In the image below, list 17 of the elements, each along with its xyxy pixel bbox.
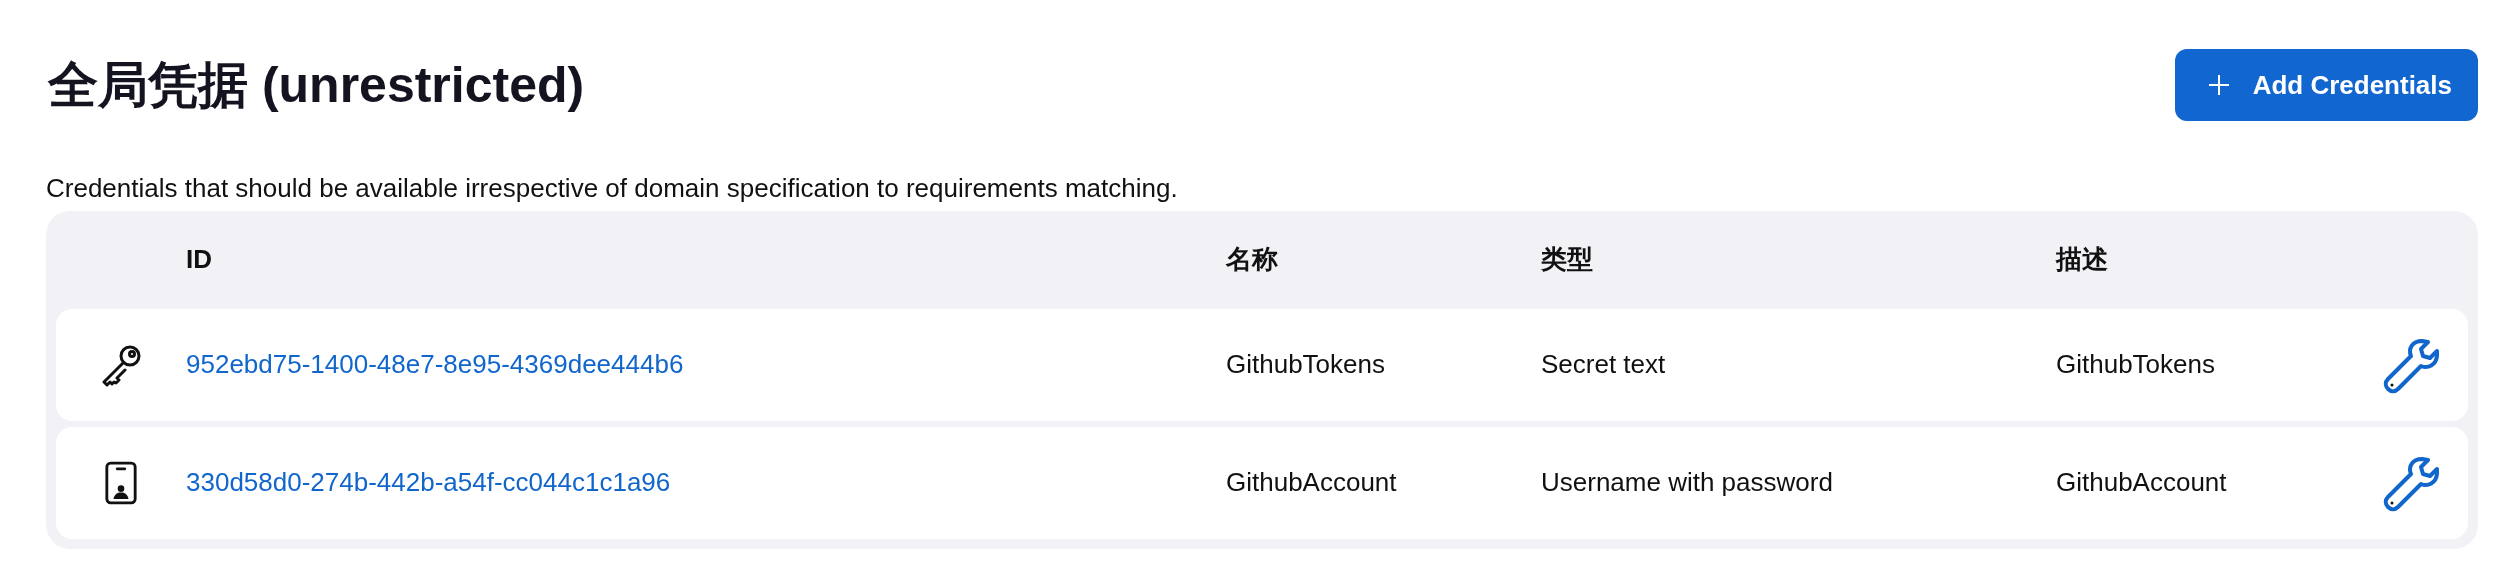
column-header: ID xyxy=(186,244,213,276)
name-cell-text: GithubAccount xyxy=(1226,467,1398,499)
credential-id-link[interactable]: 952ebd75-1400-48e7-8e95-4369dee444b6 xyxy=(186,349,1226,381)
column-header: 描述 xyxy=(2056,243,2109,277)
name-cell-text: GithubTokens xyxy=(1226,349,1386,381)
page-title: 全局凭据 (unrestricted) xyxy=(46,55,585,115)
type-cell-text: Username with password xyxy=(1541,467,1834,499)
credential-id-link[interactable]: 330d58d0-274b-442b-a54f-cc044c1c1a96 xyxy=(186,467,1226,499)
description-cell-text: GithubTokens xyxy=(2056,349,2216,381)
id-badge-icon xyxy=(104,459,138,506)
add-credentials-button[interactable]: Add Credentials xyxy=(2174,49,2478,121)
type-cell-text: Secret text xyxy=(1541,349,1667,381)
plus-icon xyxy=(2206,73,2231,97)
column-header: 类型 xyxy=(1541,243,1594,277)
column-header: 名称 xyxy=(1226,243,1279,277)
description-text: Credentials that should be available irrespective of domain specification to requirements matching. xyxy=(46,174,1179,203)
description-cell-text: GithubAccount xyxy=(2056,467,2228,499)
